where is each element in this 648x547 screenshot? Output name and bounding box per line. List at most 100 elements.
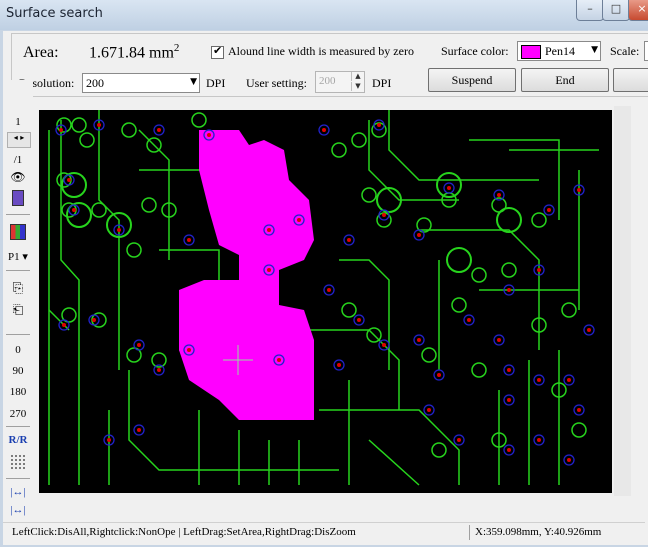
minimize-icon: – [587, 2, 593, 15]
via-drill [507, 368, 511, 372]
via-drill [382, 343, 386, 347]
divider [6, 334, 30, 335]
user-setting-unit: DPI [372, 76, 392, 90]
pad-outline [531, 212, 547, 228]
pad-outline [501, 262, 517, 278]
status-bar: LeftClick:DisAll,Rightclick:NonOpe | Lef… [3, 522, 645, 543]
close-button[interactable]: × [628, 0, 648, 21]
via-drill [97, 123, 101, 127]
zero-width-checkbox[interactable]: ✔ [211, 44, 224, 59]
scale-label: Scale: [610, 44, 640, 58]
surface-color-select[interactable]: Pen14 ▼ [517, 41, 601, 61]
grid-icon[interactable] [3, 454, 33, 473]
resolution-value: 200 [86, 76, 104, 90]
via-drill [577, 408, 581, 412]
horizontal-scrollbar[interactable] [39, 495, 614, 517]
left-toolbar: 1 ◂ ▸ /1 👁 P1 ▾ ⎘ ⎗ 0 90 180 270 R/R |↔|… [3, 80, 33, 520]
via-drill [537, 378, 541, 382]
via-drill [447, 186, 451, 190]
divider [6, 478, 30, 479]
chevron-down-icon: ▼ [591, 45, 598, 55]
via-drill [577, 188, 581, 192]
layer-visibility-icon[interactable]: 👁 [3, 170, 33, 185]
via-drill [417, 338, 421, 342]
rotate-90-button[interactable]: 90 [3, 365, 33, 377]
mounting-hole [376, 187, 402, 213]
pad-outline [561, 302, 577, 318]
spin-up-icon[interactable]: ▲ [351, 72, 364, 81]
via-drill [297, 218, 301, 222]
print-icon[interactable] [3, 190, 33, 209]
pad-outline [451, 297, 467, 313]
status-hint: LeftClick:DisAll,Rightclick:NonOpe | Lef… [12, 526, 356, 538]
user-setting-label: User setting: [246, 76, 307, 90]
via-drill [207, 133, 211, 137]
via-drill [337, 363, 341, 367]
page-number: 1 [15, 116, 21, 128]
via-drill [187, 238, 191, 242]
area-number: 1.671.84 [89, 44, 145, 62]
page-scroll-arrows[interactable]: ◂ ▸ [7, 132, 31, 148]
surface-search-window: Surface search – □ × Area: 1.671.84 mm2 … [0, 0, 648, 547]
via-drill [377, 123, 381, 127]
area-unit: mm [149, 44, 174, 62]
resolution-unit: DPI [206, 76, 226, 90]
layer-select[interactable]: P1 ▾ [3, 250, 33, 263]
maximize-button[interactable]: □ [602, 0, 630, 21]
mounting-hole [446, 247, 472, 273]
window-title: Surface search [6, 6, 103, 21]
extra-button[interactable] [613, 68, 648, 92]
via-drill [267, 268, 271, 272]
scale-select[interactable] [644, 41, 648, 61]
user-setting-value: 200 [319, 75, 336, 87]
surface-color-value: Pen14 [545, 44, 575, 58]
layer-label: P1 [8, 251, 20, 263]
via-drill [497, 193, 501, 197]
area-value: 1.671.84 mm2 [89, 42, 179, 62]
via-drill [587, 328, 591, 332]
via-drill [322, 128, 326, 132]
via-drill [327, 288, 331, 292]
user-setting-spinner[interactable]: 200 ▲ ▼ [315, 71, 365, 93]
via-drill [117, 228, 121, 232]
spin-down-icon[interactable]: ▼ [351, 82, 364, 91]
via-drill [382, 213, 386, 217]
minimize-button[interactable]: – [576, 0, 604, 21]
trace [138, 129, 170, 260]
resolution-select[interactable]: 200 ▼ [82, 73, 200, 93]
via-drill [567, 458, 571, 462]
divider [6, 426, 30, 427]
copy-icon[interactable]: ⎘ [3, 280, 33, 296]
vertical-scrollbar[interactable] [614, 106, 631, 496]
paste-icon[interactable]: ⎗ [3, 302, 33, 318]
trace [339, 259, 390, 370]
palette-icon[interactable] [3, 224, 33, 243]
pad-outline [71, 117, 87, 133]
trace [319, 409, 460, 485]
pad-outline [571, 422, 587, 438]
via-drill [267, 228, 271, 232]
end-button[interactable]: End [521, 68, 609, 92]
suspend-button[interactable]: Suspend [428, 68, 516, 92]
pad-outline [91, 202, 107, 218]
pad-outline [351, 132, 367, 148]
via-drill [537, 438, 541, 442]
via-drill [157, 128, 161, 132]
via-drill [457, 438, 461, 442]
checkmark-icon: ✔ [213, 44, 223, 57]
rotate-0-button[interactable]: 0 [3, 344, 33, 356]
via-drill [567, 378, 571, 382]
via-drill [507, 448, 511, 452]
maximize-icon: □ [610, 2, 622, 15]
via-drill [507, 398, 511, 402]
mirror-icon[interactable]: R/R [3, 434, 33, 446]
fit-height-icon[interactable]: |↔| [3, 504, 33, 516]
pad-outline [121, 122, 137, 138]
via-drill [547, 208, 551, 212]
pcb-canvas[interactable] [39, 110, 612, 493]
rotate-270-button[interactable]: 270 [3, 408, 33, 420]
pad-outline [191, 112, 207, 128]
fit-width-icon[interactable]: |↔| [3, 486, 33, 498]
chevron-down-icon: ▼ [190, 77, 197, 87]
rotate-180-button[interactable]: 180 [3, 386, 33, 398]
